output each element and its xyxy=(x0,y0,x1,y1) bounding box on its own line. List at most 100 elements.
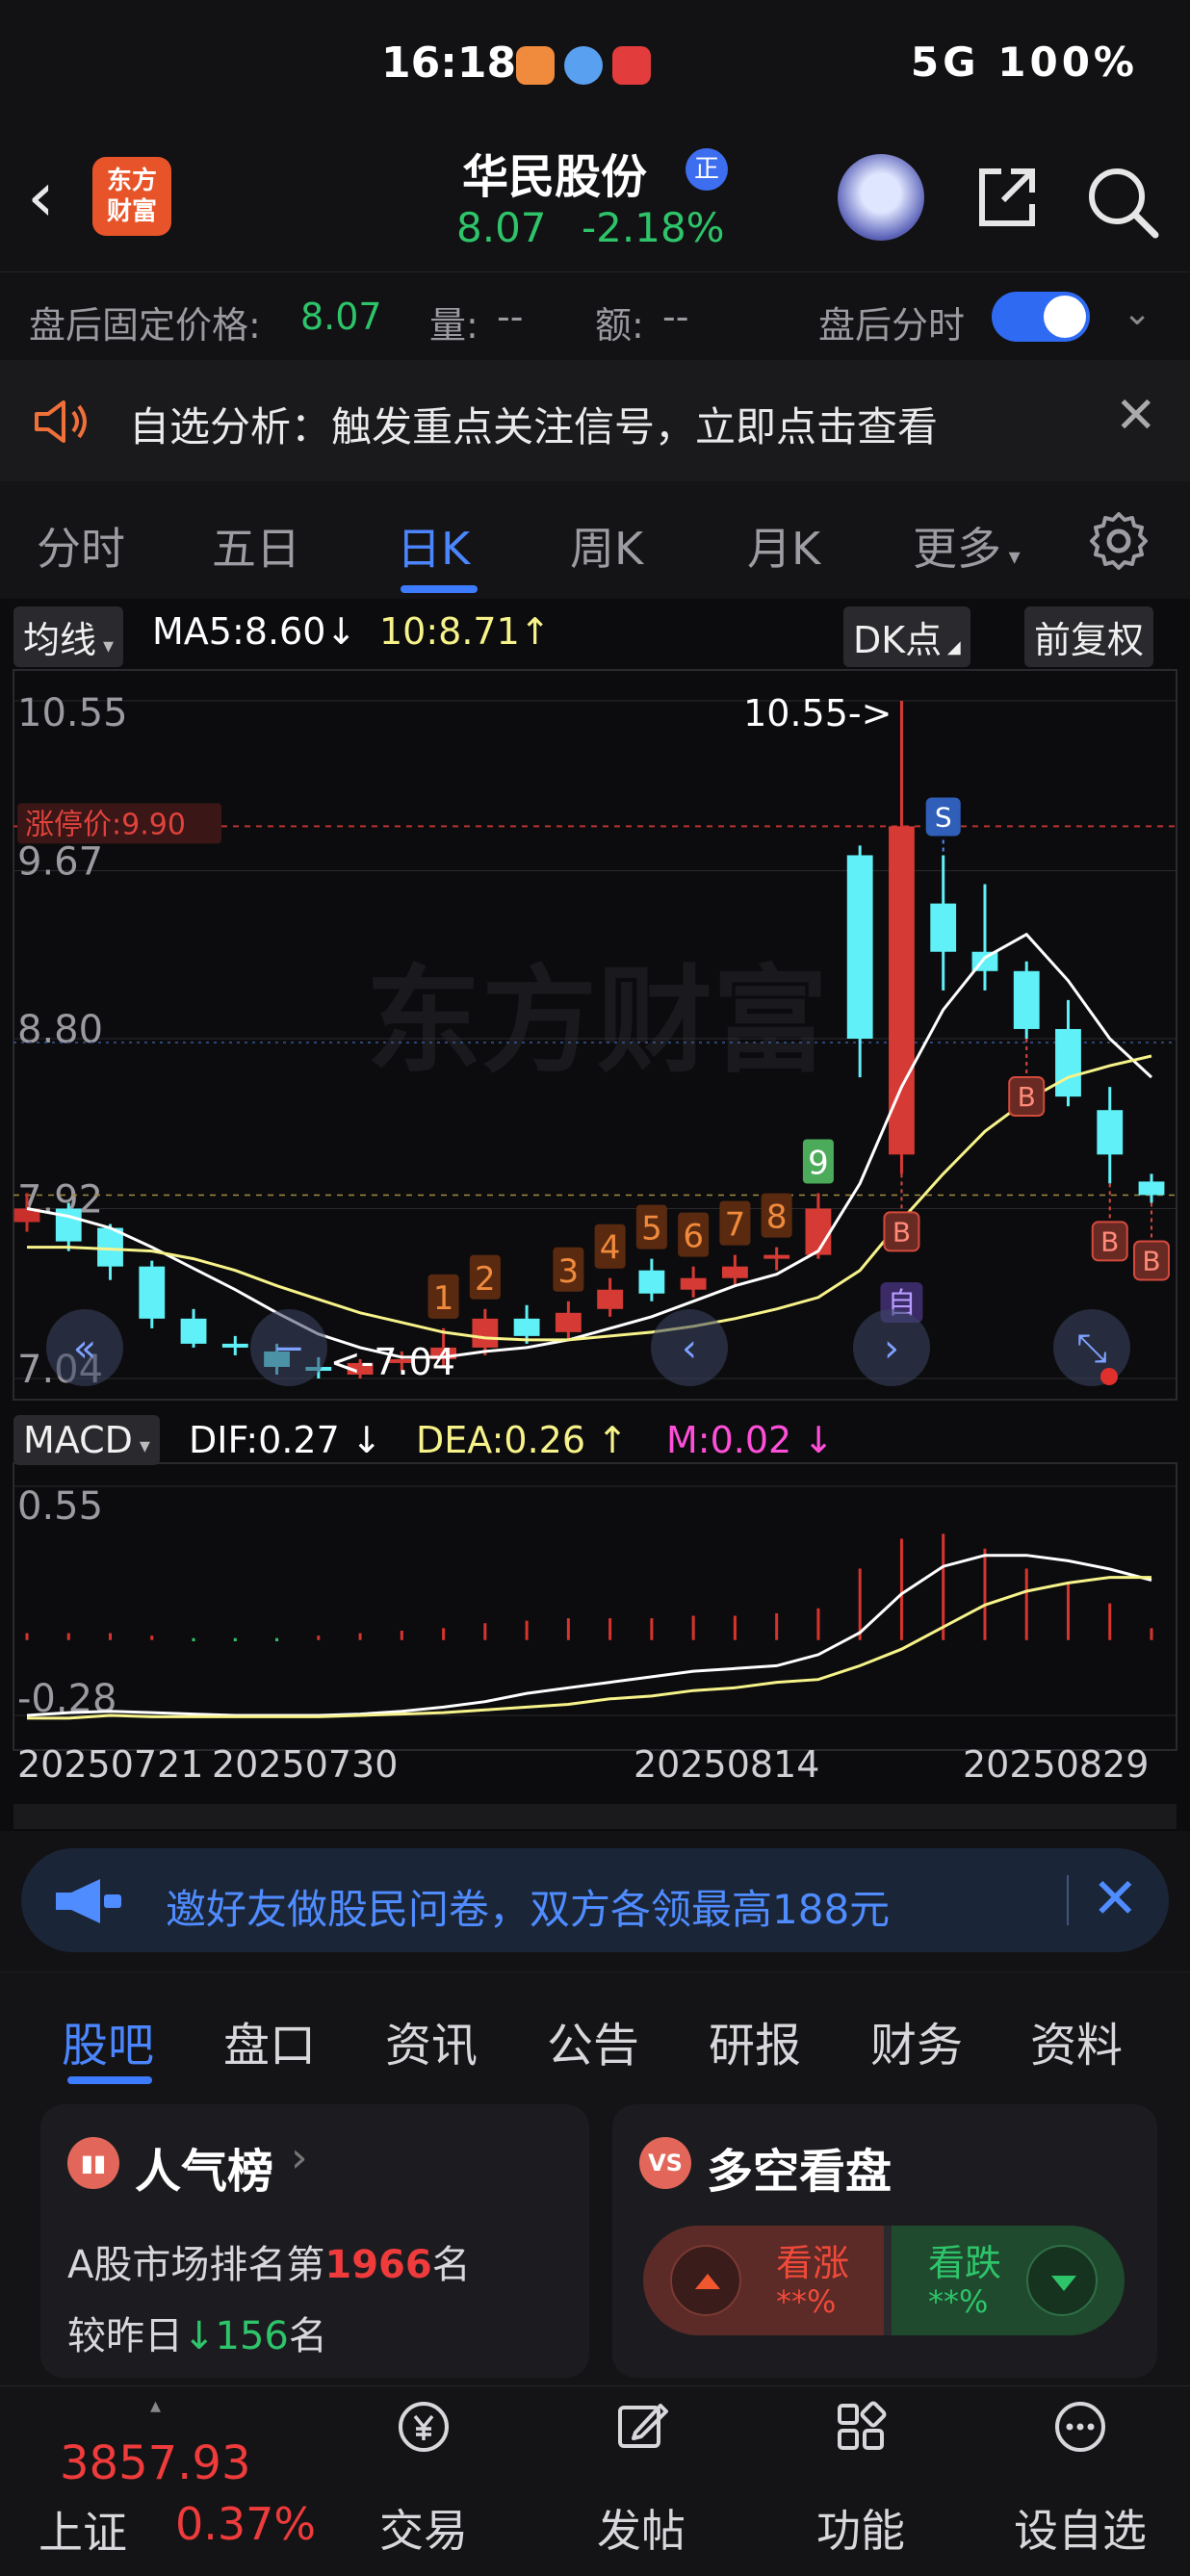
caret-up-icon: ▴ xyxy=(150,2394,162,2418)
amount-label: 额: xyxy=(595,304,644,347)
index-change-pct[interactable]: 0.37% xyxy=(175,2498,316,2550)
signal-number: 8 xyxy=(766,1198,788,1237)
megaphone-icon xyxy=(56,1879,121,1923)
tab-timeshare[interactable]: 分时 xyxy=(37,514,125,578)
tab-five-day[interactable]: 五日 xyxy=(212,514,300,578)
candle-body xyxy=(513,1318,540,1336)
kline-y-tick: 9.67 xyxy=(17,840,103,885)
stock-change-pct: -2.18% xyxy=(582,204,725,251)
popularity-card[interactable]: ▮▮ 人气榜 › A股市场排名第1966名 较昨日↓156名 xyxy=(40,2104,589,2378)
post-market-bar: 盘后固定价格: 8.07 量: -- 额: -- 盘后分时 ⌄ xyxy=(0,271,1190,358)
app-logo[interactable]: 东方 财富 xyxy=(92,157,171,236)
back-icon[interactable]: ‹ xyxy=(27,162,55,231)
close-icon[interactable]: ✕ xyxy=(1115,387,1157,445)
tab-forum[interactable]: 股吧 xyxy=(62,2007,154,2074)
vote-up-value: **% xyxy=(776,2283,837,2320)
tab-daily-k[interactable]: 日K xyxy=(397,514,470,578)
sentiment-card[interactable]: VS 多空看盘 看涨 **% 看跌 **% xyxy=(612,2104,1157,2378)
grid-icon xyxy=(838,2401,887,2450)
chart-watermark: 东方财富 xyxy=(366,955,828,1089)
tab-announcements[interactable]: 公告 xyxy=(547,2007,639,2074)
scroll-far-left-icon: « xyxy=(73,1327,96,1371)
candle-body xyxy=(555,1312,582,1332)
dk-buy-label: B xyxy=(892,1216,911,1248)
signal-number: 3 xyxy=(558,1252,580,1291)
tab-research[interactable]: 研报 xyxy=(709,2007,801,2074)
gift-notification-icon xyxy=(612,46,651,85)
robot-assistant-icon[interactable] xyxy=(838,154,924,241)
nav-functions[interactable]: 功能 xyxy=(784,2386,938,2576)
gear-icon[interactable] xyxy=(1088,510,1150,572)
edit-icon xyxy=(618,2404,668,2448)
vote-down-button[interactable] xyxy=(1026,2245,1098,2316)
signal-number: 7 xyxy=(725,1206,746,1245)
vote-down-area[interactable]: 看跌 **% xyxy=(892,2226,1125,2335)
signal-number: 5 xyxy=(641,1210,662,1249)
nav-trade[interactable]: 交易 xyxy=(347,2386,501,2576)
tab-weekly-k[interactable]: 周K xyxy=(570,514,643,578)
zoom-out-icon: − xyxy=(272,1327,305,1371)
invite-banner[interactable]: 邀好友做股民问卷，双方各领最高188元 ✕ xyxy=(21,1848,1169,1952)
invite-divider xyxy=(1067,1875,1069,1925)
tab-monthly-k[interactable]: 月K xyxy=(747,514,820,578)
stock-price: 8.07 xyxy=(456,204,547,251)
vote-down-value: **% xyxy=(928,2283,989,2320)
logo-text-bottom: 财富 xyxy=(106,197,157,226)
volume-value: -- xyxy=(497,296,524,338)
sentiment-title: 多空看盘 xyxy=(707,2145,892,2199)
vote-up-button[interactable] xyxy=(670,2245,741,2316)
kline-y-tick: 10.55 xyxy=(17,691,128,735)
stock-badge: 正 xyxy=(686,148,728,191)
triangle-up-icon xyxy=(695,2274,720,2289)
scroll-right-icon: › xyxy=(884,1327,899,1371)
tab-orderbook[interactable]: 盘口 xyxy=(223,2007,316,2074)
nav-trade-label: 交易 xyxy=(379,2505,468,2557)
more-dots-icon xyxy=(1055,2402,1105,2452)
candle-body xyxy=(472,1318,499,1348)
down-arrow-icon: ↓ xyxy=(183,2314,216,2358)
change-value: 156 xyxy=(215,2314,289,2358)
candle-body xyxy=(805,1208,832,1255)
cards-section: ▮▮ 人气榜 › A股市场排名第1966名 较昨日↓156名 VS 多空看盘 看… xyxy=(0,2087,1190,2385)
nav-add-watchlist-label: 设自选 xyxy=(1014,2505,1147,2557)
search-icon[interactable] xyxy=(1084,164,1161,241)
fixed-price-label: 盘后固定价格: xyxy=(29,304,261,347)
index-price[interactable]: 3857.93 xyxy=(60,2436,251,2490)
tab-financials[interactable]: 财务 xyxy=(870,2007,963,2074)
tab-more-label: 更多 xyxy=(913,523,1001,575)
kline-chart[interactable]: 东方财富10.559.678.807.927.04涨停价:9.901234567… xyxy=(0,599,1190,1831)
candle-body xyxy=(680,1277,707,1290)
post-market-toggle[interactable] xyxy=(992,292,1090,342)
invite-text: 邀好友做股民问卷，双方各领最高188元 xyxy=(166,1886,891,1933)
notice-bar[interactable]: 自选分析：触发重点关注信号，立即点击查看 ✕ xyxy=(0,360,1190,481)
triangle-down-icon xyxy=(1051,2276,1076,2291)
share-icon[interactable] xyxy=(972,164,1040,231)
notice-text: 自选分析：触发重点关注信号，立即点击查看 xyxy=(129,403,939,451)
speaker-icon xyxy=(35,400,87,443)
candle-body xyxy=(597,1289,624,1309)
tab-news[interactable]: 资讯 xyxy=(385,2007,478,2074)
status-time: 16:18 xyxy=(381,39,517,88)
candle-body xyxy=(930,903,957,952)
close-icon[interactable]: ✕ xyxy=(1092,1866,1139,1931)
bar-chart-icon: ▮▮ xyxy=(67,2137,119,2189)
scroll-left-icon: ‹ xyxy=(682,1327,697,1371)
nav-functions-label: 功能 xyxy=(816,2505,905,2557)
nav-post[interactable]: 发帖 xyxy=(564,2386,718,2576)
vote-up-area[interactable]: 看涨 **% xyxy=(643,2226,884,2335)
nav-post-label: 发帖 xyxy=(597,2505,686,2557)
kline-y-tick: 8.80 xyxy=(17,1008,103,1052)
high-annotation: 10.55-> xyxy=(743,692,892,734)
tab-profile[interactable]: 资料 xyxy=(1030,2007,1123,2074)
popularity-rank-line: A股市场排名第1966名 xyxy=(67,2233,471,2289)
index-name[interactable]: 上证 xyxy=(39,2498,127,2562)
low-annotation: <-7.04 xyxy=(330,1341,455,1383)
dk-buy-label: B xyxy=(1018,1081,1036,1113)
tab-more[interactable]: 更多 ▾ xyxy=(913,514,1021,578)
popularity-title: 人气榜 xyxy=(135,2145,274,2199)
ma10-line xyxy=(27,1054,1152,1342)
rank-suffix: 名 xyxy=(431,2243,471,2287)
versus-icon: VS xyxy=(639,2137,691,2189)
nav-add-watchlist[interactable]: 设自选 xyxy=(1003,2386,1157,2576)
chevron-down-icon[interactable]: ⌄ xyxy=(1123,294,1151,333)
